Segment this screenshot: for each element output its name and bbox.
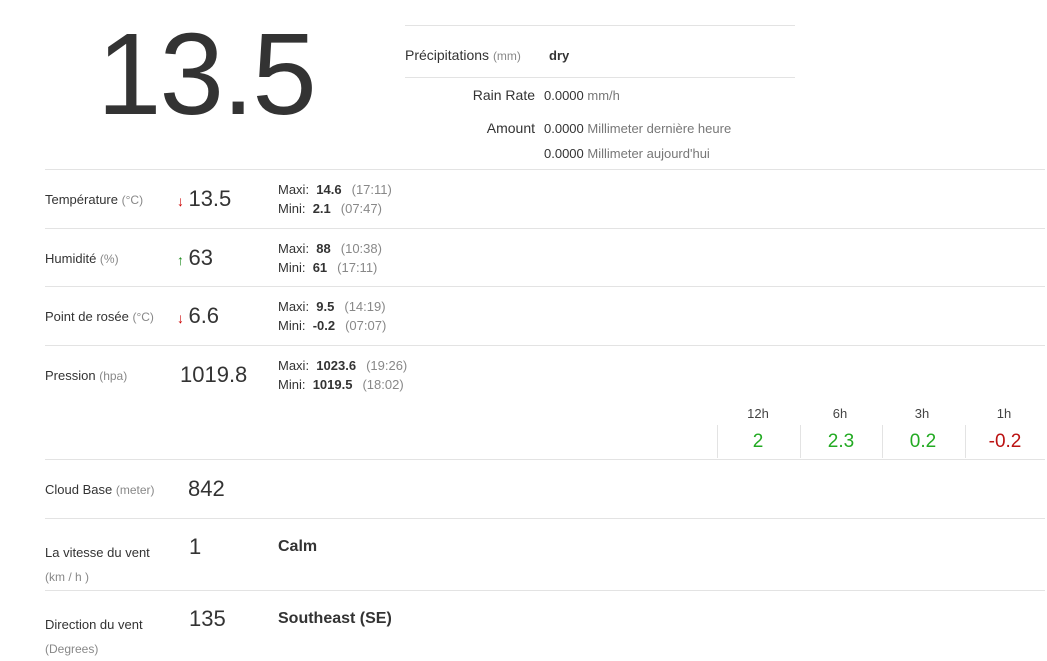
divider xyxy=(45,228,1045,229)
divider xyxy=(45,345,1045,346)
pressure-value: 1019.8 xyxy=(180,362,248,387)
divider xyxy=(45,286,1045,287)
amount-label: Amount xyxy=(486,120,535,136)
pressure-minmax: Maxi: 1023.6 (19:26) Mini: 1019.5 (18:02) xyxy=(278,358,408,392)
current-temperature: 13.5 xyxy=(97,9,317,139)
trend-value-1h: -0.2 xyxy=(988,431,1022,452)
divider xyxy=(45,590,1045,591)
precipitation-status: dry xyxy=(549,48,570,63)
rain-rate-label: Rain Rate xyxy=(472,87,535,103)
winddir-label: Direction du vent (Degrees) xyxy=(45,617,143,656)
pressure-label: Pression (hpa) xyxy=(45,368,128,383)
temperature-value: 13.5 xyxy=(188,186,232,211)
precipitation-label: Précipitations (mm) xyxy=(405,47,521,63)
trend-value-6h: 2.3 xyxy=(827,431,855,452)
divider xyxy=(45,459,1045,460)
trend-period-3h: 3h xyxy=(914,406,930,421)
temperature-minmax: Maxi: 14.6 (17:11) Mini: 2.1 (07:47) xyxy=(278,182,392,216)
trend-value-3h: 0.2 xyxy=(909,431,937,452)
amount-hour-value: 0.0000 Millimeter dernière heure xyxy=(544,121,732,136)
dewpoint-value: 6.6 xyxy=(188,303,220,328)
dewpoint-minmax: Maxi: 9.5 (14:19) Mini: -0.2 (07:07) xyxy=(278,299,387,333)
humidity-minmax: Maxi: 88 (10:38) Mini: 61 (17:11) xyxy=(278,241,382,275)
humidity-reading: ↑ 63 xyxy=(177,245,213,271)
trend-period-6h: 6h xyxy=(832,406,848,421)
amount-day-value: 0.0000 Millimeter aujourd'hui xyxy=(544,146,710,161)
trend-period-1h: 1h xyxy=(996,406,1012,421)
rain-rate-value: 0.0000 mm/h xyxy=(544,88,620,103)
arrow-up-icon: ↑ xyxy=(177,252,184,268)
windspeed-value: 1 xyxy=(189,534,202,559)
trend-value-12h: 2 xyxy=(752,431,764,452)
dewpoint-label: Point de rosée (°C) xyxy=(45,309,154,324)
winddir-description: Southeast (SE) xyxy=(278,610,392,627)
dewpoint-reading: ↓ 6.6 xyxy=(177,303,219,329)
arrow-down-icon: ↓ xyxy=(177,310,184,326)
windspeed-description: Calm xyxy=(278,538,318,555)
trend-period-12h: 12h xyxy=(747,406,769,421)
temperature-reading: ↓ 13.5 xyxy=(177,186,231,212)
humidity-label: Humidité (%) xyxy=(45,251,119,266)
divider xyxy=(45,518,1045,519)
cloudbase-value: 842 xyxy=(188,476,225,501)
temperature-label: Température (°C) xyxy=(45,192,144,207)
divider xyxy=(405,25,795,26)
winddir-value: 135 xyxy=(189,606,226,631)
cloudbase-label: Cloud Base (meter) xyxy=(45,482,155,497)
divider xyxy=(45,169,1045,170)
arrow-down-icon: ↓ xyxy=(177,193,184,209)
humidity-value: 63 xyxy=(188,245,213,270)
divider xyxy=(405,77,795,78)
windspeed-label: La vitesse du vent (km / h ) xyxy=(45,545,150,584)
